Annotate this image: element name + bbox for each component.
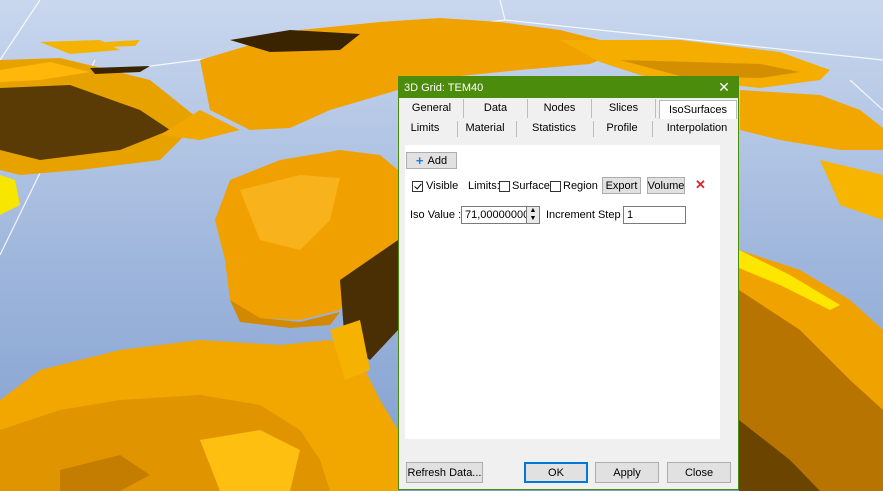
add-button[interactable]: + Add [406,152,457,169]
surface-label: Surface [512,180,550,192]
dialog-titlebar[interactable]: 3D Grid: TEM40 ✕ [399,77,738,98]
increment-step-label: Increment Step : [546,209,627,221]
visible-label: Visible [426,180,459,192]
ok-button[interactable]: OK [524,462,588,483]
iso-value-input[interactable]: 71,000000000 [461,206,527,224]
region-label: Region [563,180,598,192]
iso-value-label: Iso Value : [410,209,462,221]
tab-material[interactable]: Material [458,119,512,138]
delete-isosurface-icon[interactable]: ✕ [695,177,706,193]
tab-general[interactable]: General [400,99,464,118]
tab-row-2: Limits Material Statistics Profile Inter… [400,119,737,139]
tab-data[interactable]: Data [464,99,528,118]
tab-slices[interactable]: Slices [592,99,656,118]
refresh-data-button[interactable]: Refresh Data... [406,462,483,483]
visible-checkbox[interactable] [412,181,423,192]
limits-label: Limits: [468,180,500,192]
increment-step-input[interactable]: 1 [623,206,686,224]
tab-profile[interactable]: Profile [594,119,650,138]
tab-row-1: General Data Nodes Slices IsoSurfaces [400,99,737,119]
dialog-title: 3D Grid: TEM40 [404,81,484,94]
close-icon[interactable]: ✕ [710,77,738,98]
tab-statistics[interactable]: Statistics [518,119,590,138]
iso-value-spinner[interactable]: ▲ ▼ [526,206,540,224]
plus-icon: + [415,152,424,168]
tab-isosurfaces[interactable]: IsoSurfaces [659,100,737,119]
surface-checkbox[interactable] [499,181,510,192]
tab-limits[interactable]: Limits [400,119,450,138]
grid-properties-dialog: 3D Grid: TEM40 ✕ General Data Nodes Slic… [398,76,739,490]
export-button[interactable]: Export [602,177,641,194]
add-button-label: Add [427,154,448,167]
tab-nodes[interactable]: Nodes [528,99,592,118]
isosurfaces-panel: + Add Visible Limits: Surface Region Exp… [405,145,720,439]
region-checkbox[interactable] [550,181,561,192]
close-button[interactable]: Close [667,462,731,483]
tab-interpolation[interactable]: Interpolation [656,119,738,138]
volume-button[interactable]: Volume [647,177,685,194]
apply-button[interactable]: Apply [595,462,659,483]
